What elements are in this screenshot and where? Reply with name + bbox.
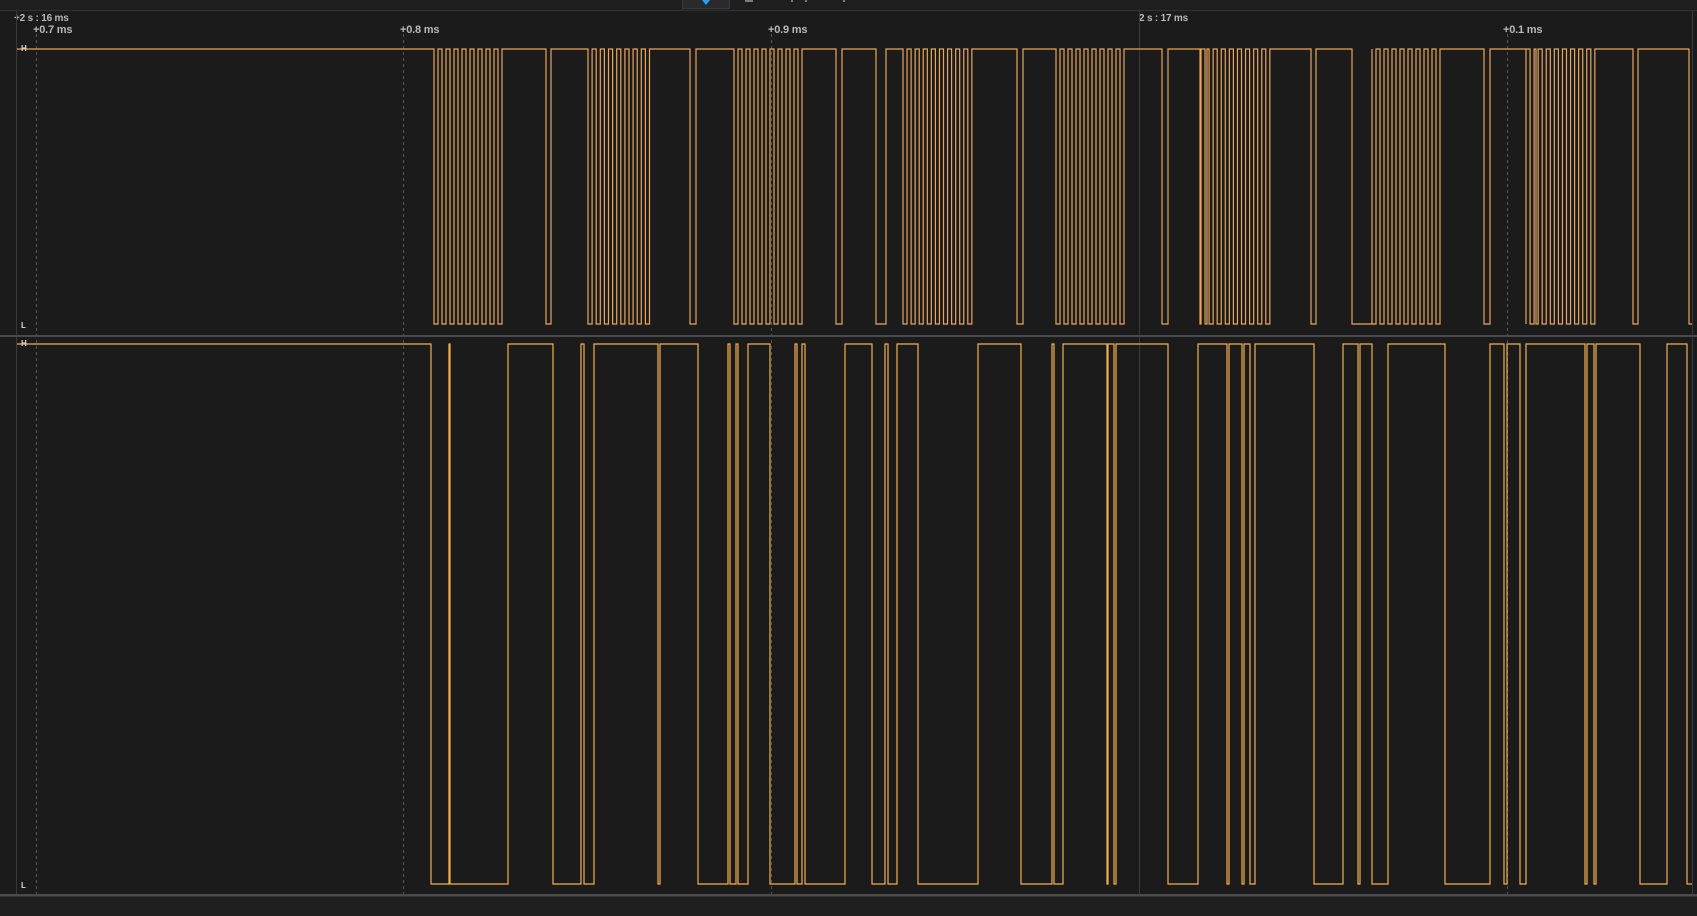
channel-0-waveform [17, 48, 1692, 325]
channel-1-waveform [17, 343, 1692, 885]
time-gridlines [36, 34, 1508, 895]
channel-0-low-label: L [21, 321, 26, 330]
channel-1-low-label: L [21, 881, 26, 890]
channel-1-high-label: H [21, 339, 27, 348]
bottom-status-bar [0, 896, 1697, 916]
channel-0-high-label: H [21, 44, 27, 53]
waveform-view[interactable] [0, 0, 1697, 915]
